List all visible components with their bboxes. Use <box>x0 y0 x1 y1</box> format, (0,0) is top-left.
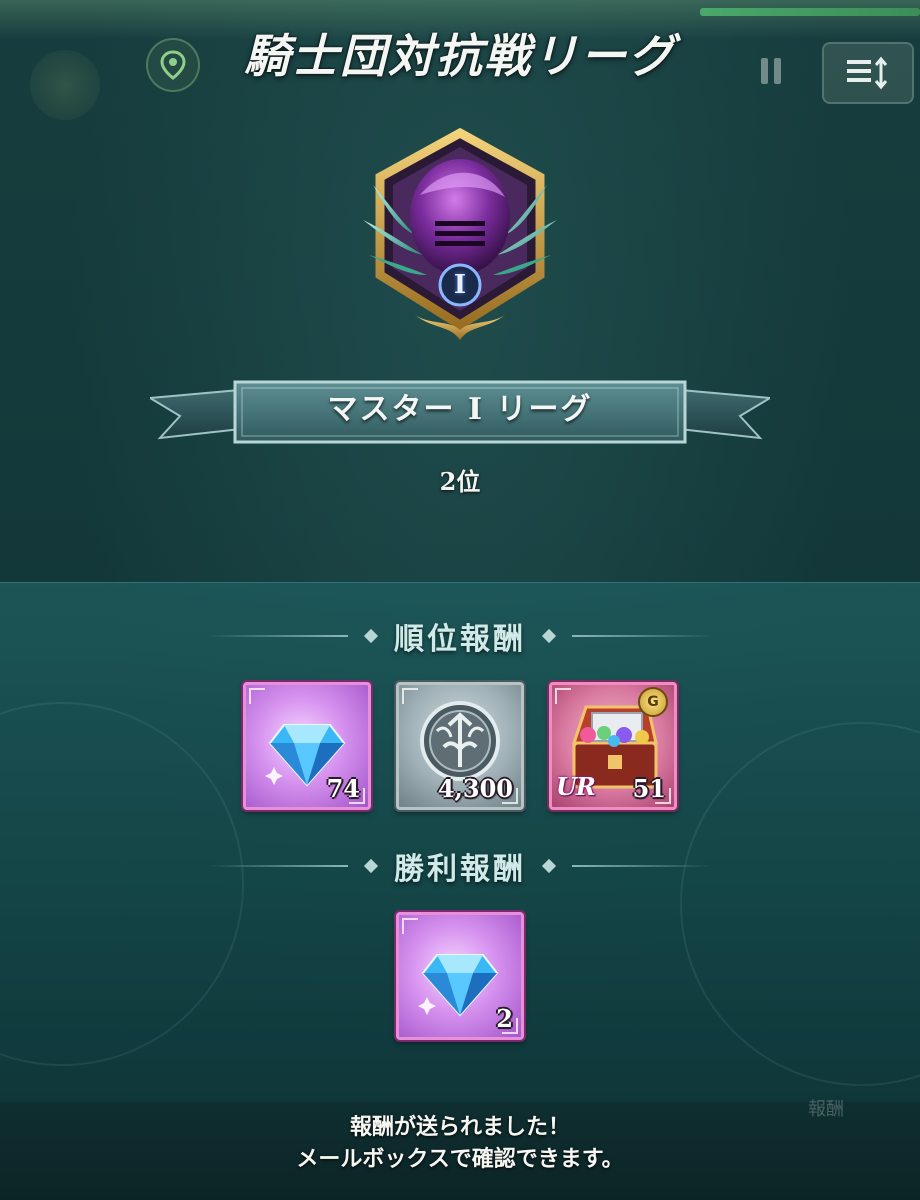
reward-quantity: 74 <box>326 774 360 803</box>
sort-list-icon <box>847 56 888 90</box>
rank-label: 2位 <box>439 467 481 496</box>
victory-rewards-header: 勝利報酬 <box>0 844 920 888</box>
header-divider-line <box>208 635 348 637</box>
header-divider-line <box>572 635 712 637</box>
tier-numeral: I <box>453 270 467 300</box>
header-diamond-icon <box>363 628 379 644</box>
header-diamond-icon <box>541 858 557 874</box>
mailbox-check-line: メールボックスで確認できます。 <box>296 1147 624 1172</box>
reward-sent-line: 報酬が送られました！ <box>349 1115 570 1140</box>
reward-item-ur-treasure-chest[interactable]: G UR 51 <box>549 682 677 810</box>
league-result-screen: 騎士団対抗戦リーグ I マスター I リーグ 2位 順位報酬 74 4,300 … <box>0 0 920 1200</box>
reward-item-knight-medal[interactable]: 4,300 <box>396 682 524 810</box>
header-divider-line <box>572 865 712 867</box>
sort-menu-button[interactable] <box>822 42 914 104</box>
frame-corner <box>555 688 571 704</box>
reward-item-diamond[interactable]: 74 <box>243 682 371 810</box>
rank-rewards-label: 順位報酬 <box>394 622 526 657</box>
header-diamond-icon <box>541 628 557 644</box>
reward-quantity: 51 <box>632 774 666 803</box>
ur-rarity-badge: UR <box>556 772 596 801</box>
reward-quantity: 4,300 <box>437 774 513 803</box>
pause-icon-bar <box>774 58 781 84</box>
header-diamond-icon <box>363 858 379 874</box>
frame-corner <box>249 688 265 704</box>
top-progress-bar <box>700 8 920 16</box>
reward-sent-message: 報酬が送られました！ メールボックスで確認できます。 <box>0 1112 920 1176</box>
reward-item-diamond[interactable]: 2 <box>396 912 524 1040</box>
magic-circle-decor <box>680 722 920 1086</box>
knight-helmet-emblem-icon <box>363 127 557 340</box>
gold-badge-icon: G <box>638 687 668 717</box>
league-emblem: I <box>355 125 565 350</box>
pause-button[interactable] <box>746 46 796 96</box>
frame-corner <box>402 688 418 704</box>
reward-quantity: 2 <box>496 1004 513 1033</box>
rank-rewards-header: 順位報酬 <box>0 614 920 658</box>
frame-corner <box>402 918 418 934</box>
pause-icon-bar <box>761 58 768 84</box>
header-divider-line <box>208 865 348 867</box>
victory-rewards-label: 勝利報酬 <box>394 852 526 887</box>
league-name-label: マスター I リーグ <box>327 392 593 427</box>
